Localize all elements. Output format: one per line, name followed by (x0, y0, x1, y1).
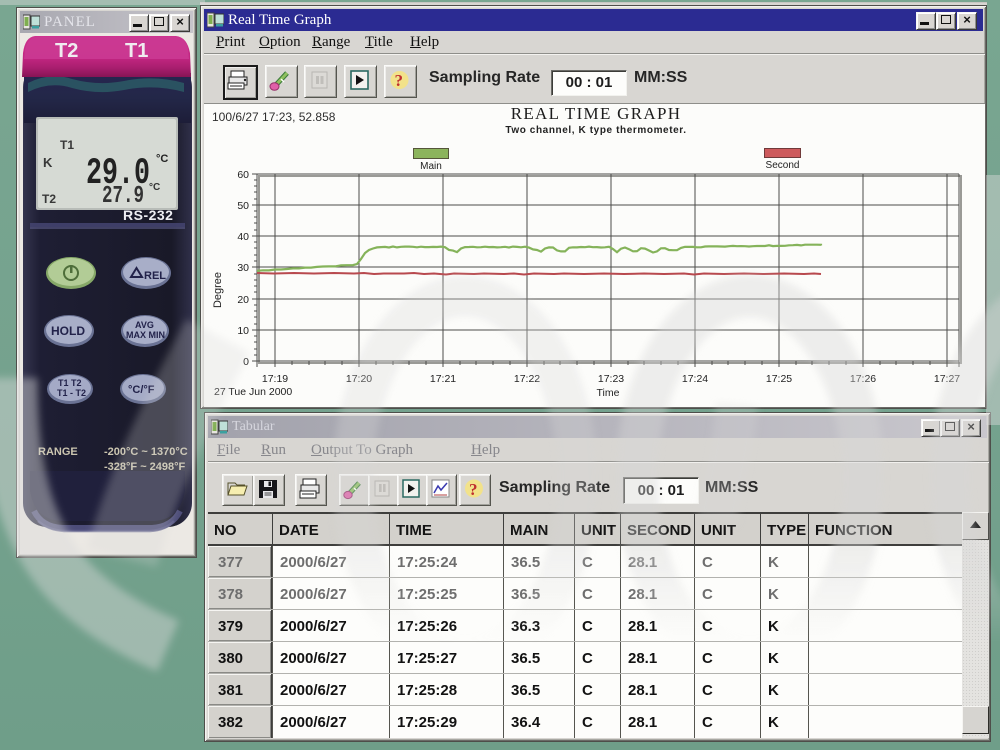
svg-text:0: 0 (243, 356, 249, 368)
svg-text:T1 - T2: T1 - T2 (57, 388, 86, 398)
svg-text:Time: Time (597, 387, 620, 399)
svg-text:17:19: 17:19 (262, 373, 288, 385)
svg-text:20: 20 (237, 294, 249, 306)
svg-text:RS-232: RS-232 (123, 207, 173, 223)
svg-text:17:21: 17:21 (430, 373, 456, 385)
svg-text:60: 60 (237, 169, 249, 181)
svg-text:MAX MIN: MAX MIN (126, 330, 165, 340)
svg-text:T1 T2: T1 T2 (58, 378, 82, 388)
svg-text:17:20: 17:20 (346, 373, 372, 385)
svg-text:°C: °C (156, 153, 168, 165)
svg-text:17:24: 17:24 (682, 373, 708, 385)
svg-text:REL: REL (144, 270, 166, 282)
svg-text:17:23: 17:23 (598, 373, 624, 385)
svg-text:T2: T2 (42, 192, 56, 206)
svg-text:40: 40 (237, 231, 249, 243)
svg-text:K: K (43, 155, 53, 170)
svg-text:17:27: 17:27 (934, 373, 960, 385)
svg-text:50: 50 (237, 200, 249, 212)
svg-text:T1: T1 (60, 138, 74, 152)
svg-text:°C: °C (149, 182, 160, 193)
svg-text:°C/°F: °C/°F (128, 384, 155, 396)
svg-text:27.9: 27.9 (102, 183, 144, 210)
svg-text:-200°C ~ 1370°C: -200°C ~ 1370°C (104, 446, 188, 458)
svg-text:T2: T2 (55, 40, 78, 62)
svg-text:RANGE: RANGE (38, 446, 78, 458)
svg-text:?: ? (469, 480, 478, 499)
svg-text:10: 10 (237, 325, 249, 337)
svg-text:30: 30 (237, 262, 249, 274)
svg-text:AVG: AVG (135, 320, 154, 330)
svg-text:27 Tue Jun 2000: 27 Tue Jun 2000 (214, 386, 292, 398)
svg-text:17:22: 17:22 (514, 373, 540, 385)
svg-text:HOLD: HOLD (51, 324, 85, 338)
svg-text:17:25: 17:25 (766, 373, 792, 385)
svg-text:17:26: 17:26 (850, 373, 876, 385)
svg-text:T1: T1 (125, 40, 148, 62)
svg-text:Degree: Degree (212, 272, 224, 308)
svg-text:?: ? (395, 71, 404, 90)
